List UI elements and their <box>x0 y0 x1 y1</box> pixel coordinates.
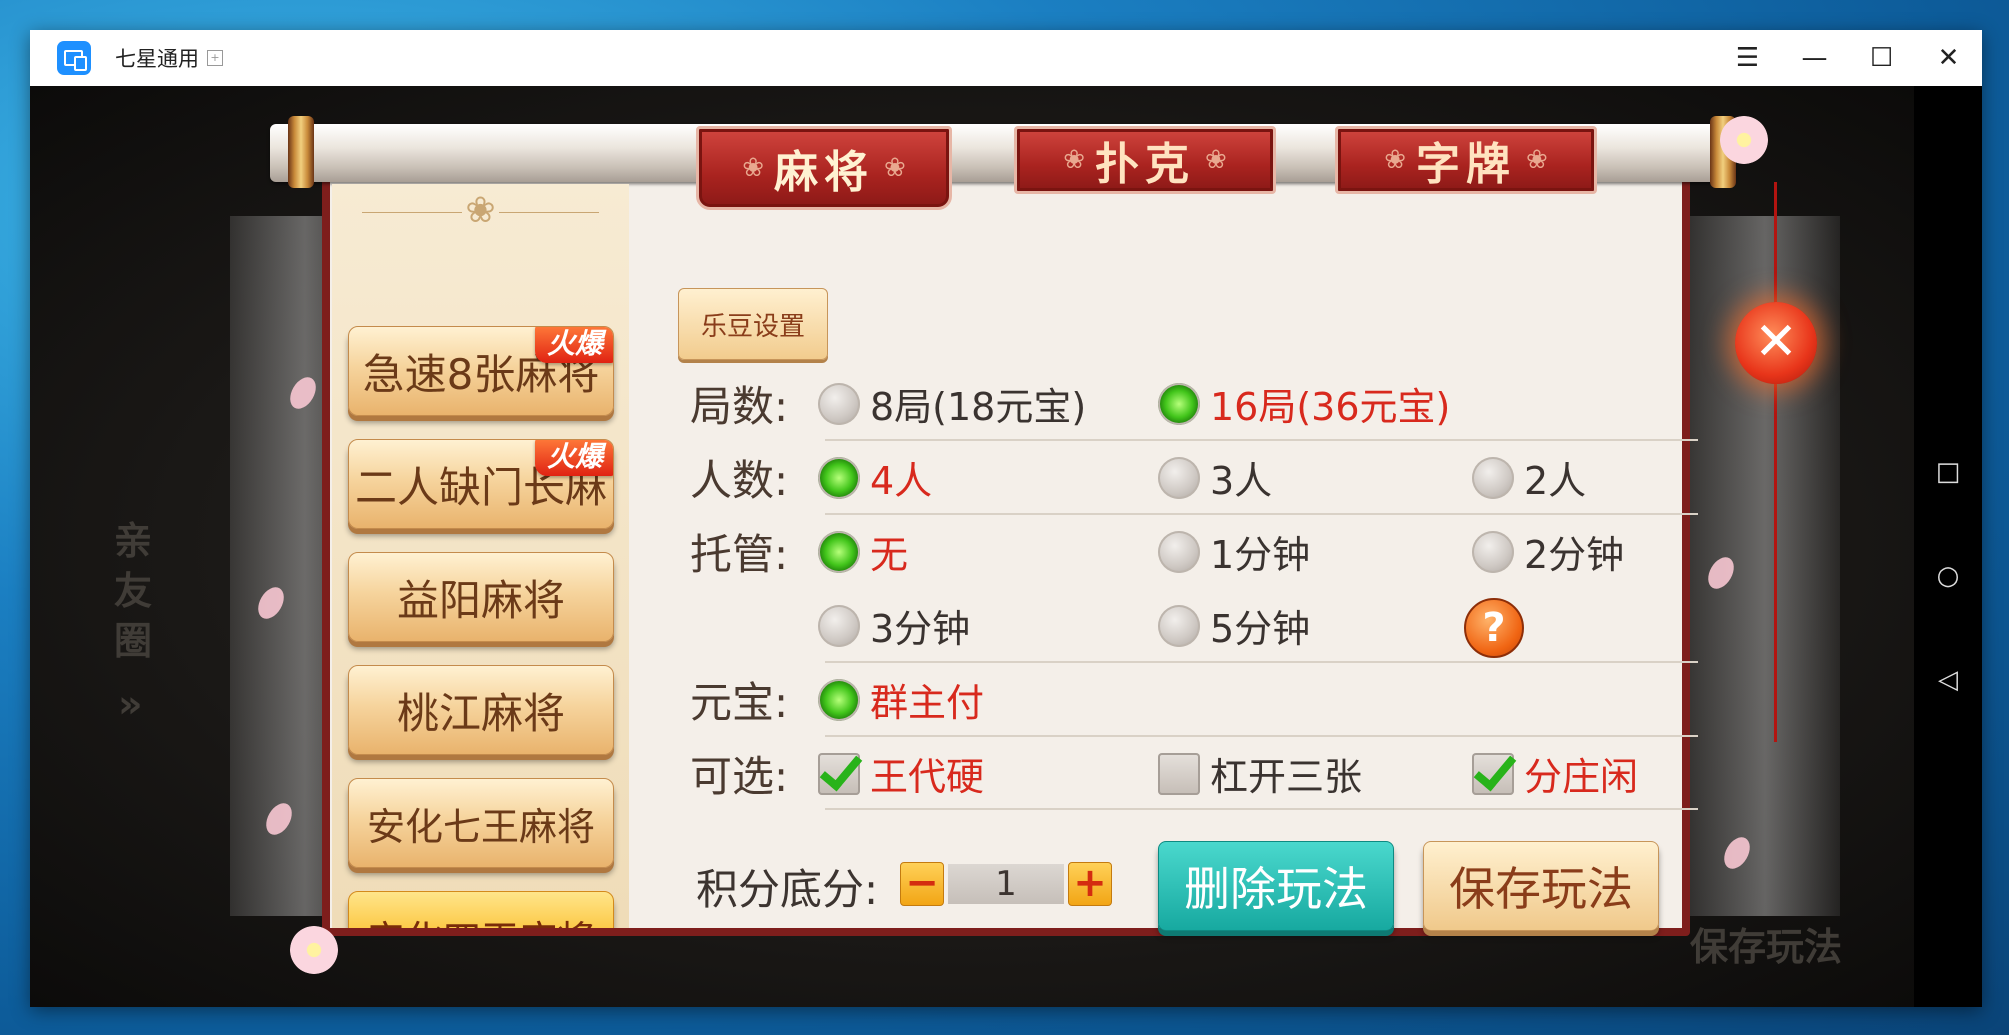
title-bar: 七星通用 + ☰ — ☐ ✕ <box>30 30 1982 86</box>
base-score-label: 积分底分: <box>696 865 879 914</box>
ingot-option-owner-pays[interactable]: 群主付 <box>818 672 984 727</box>
window-controls: ☰ — ☐ ✕ <box>1714 30 1982 86</box>
android-nav-bar: □ ○ ◁ <box>1914 86 1982 1007</box>
flower-icon <box>1720 116 1768 164</box>
divider <box>825 439 1698 441</box>
app-logo-icon <box>57 41 91 75</box>
hot-badge: 火爆 <box>534 327 613 363</box>
game-area: 亲友圈 » 保存玩法 ❀ 麻将 ❀ ❀ 扑克 ❀ ❀ 字牌 ❀ ❀ 急速8张麻将 火爆 二人缺… <box>30 86 1914 1007</box>
radio-on <box>818 530 860 573</box>
radio-off <box>818 604 860 647</box>
players-label: 人数: <box>690 456 789 505</box>
lantern-string <box>1774 182 1777 742</box>
ledou-settings-button[interactable]: 乐豆设置 <box>678 288 828 360</box>
tab-mahjong[interactable]: ❀ 麻将 ❀ <box>696 126 952 210</box>
optional-label: 可选: <box>690 752 789 801</box>
background-side-text: 亲友圈 <box>114 519 153 663</box>
base-score-stepper: − 1 + <box>900 862 1112 906</box>
radio-on <box>818 456 860 499</box>
home-icon[interactable]: ○ <box>1932 560 1964 592</box>
plus-icon[interactable]: + <box>1068 862 1112 906</box>
app-window: 七星通用 + ☰ — ☐ ✕ □ ○ ◁ 亲友圈 » 保存玩法 ❀ 麻将 ❀ ❀ 扑克… <box>30 30 1982 1007</box>
rod-cap-left <box>288 116 314 188</box>
help-icon[interactable]: ? <box>1464 598 1524 658</box>
window-title: 七星通用 <box>115 47 199 71</box>
recent-apps-icon[interactable]: □ <box>1932 456 1964 488</box>
game-item[interactable]: 急速8张麻将 火爆 <box>348 326 614 416</box>
radio-off <box>818 382 860 425</box>
optional-gang-kai-san-zhang[interactable]: 杠开三张 <box>1158 746 1362 801</box>
close-window-icon[interactable]: ✕ <box>1915 30 1982 86</box>
delete-rule-button[interactable]: 删除玩法 <box>1158 841 1394 931</box>
players-option-2[interactable]: 2人 <box>1472 450 1586 505</box>
maximize-icon[interactable]: ☐ <box>1848 30 1915 86</box>
background-save-text: 保存玩法 <box>1690 925 1843 969</box>
menu-icon[interactable]: ☰ <box>1714 30 1781 86</box>
radio-off <box>1472 530 1514 573</box>
radio-off <box>1472 456 1514 499</box>
rounds-label: 局数: <box>690 382 789 431</box>
checkbox-on <box>818 752 860 795</box>
autoplay-option-1min[interactable]: 1分钟 <box>1158 524 1310 579</box>
hot-badge: 火爆 <box>534 440 613 476</box>
checkbox-on <box>1472 752 1514 795</box>
tab-zipai[interactable]: ❀ 字牌 ❀ <box>1335 126 1597 194</box>
radio-off <box>1158 530 1200 573</box>
divider <box>825 661 1698 663</box>
players-option-4[interactable]: 4人 <box>818 450 932 505</box>
pin-icon[interactable]: + <box>207 50 223 66</box>
save-rule-button[interactable]: 保存玩法 <box>1423 841 1659 931</box>
background-chevrons: » <box>118 682 143 726</box>
game-item[interactable]: 二人缺门长麻 火爆 <box>348 439 614 529</box>
flower-icon <box>290 926 338 974</box>
autoplay-label: 托管: <box>690 530 789 579</box>
tab-poker[interactable]: ❀ 扑克 ❀ <box>1014 126 1276 194</box>
game-item-selected[interactable]: 安化四王麻将 <box>348 891 614 928</box>
divider <box>825 808 1698 810</box>
close-icon[interactable]: ✕ <box>1735 302 1817 384</box>
minus-icon[interactable]: − <box>900 862 944 906</box>
radio-off <box>1158 456 1200 499</box>
game-item[interactable]: 安化七王麻将 <box>348 778 614 868</box>
radio-off <box>1158 604 1200 647</box>
optional-wang-dai-ying[interactable]: 王代硬 <box>818 746 984 801</box>
divider <box>825 735 1698 737</box>
radio-on <box>1158 382 1200 425</box>
checkbox-off <box>1158 752 1200 795</box>
rounds-option-16[interactable]: 16局(36元宝) <box>1158 376 1450 431</box>
radio-on <box>818 678 860 721</box>
divider <box>825 513 1698 515</box>
autoplay-option-2min[interactable]: 2分钟 <box>1472 524 1624 579</box>
autoplay-option-none[interactable]: 无 <box>818 524 908 579</box>
game-item[interactable]: 益阳麻将 <box>348 552 614 642</box>
optional-fen-zhuang-xian[interactable]: 分庄闲 <box>1472 746 1638 801</box>
autoplay-option-3min[interactable]: 3分钟 <box>818 598 970 653</box>
rounds-option-8[interactable]: 8局(18元宝) <box>818 376 1086 431</box>
game-list: ❀ 急速8张麻将火爆 二人缺门长麻火爆 益阳麻将 桃江麻将 安化七王麻将 安化四… <box>332 184 629 928</box>
base-score-value: 1 <box>948 864 1064 904</box>
autoplay-option-5min[interactable]: 5分钟 <box>1158 598 1310 653</box>
minimize-icon[interactable]: — <box>1781 30 1848 86</box>
ingot-label: 元宝: <box>690 678 789 727</box>
back-icon[interactable]: ◁ <box>1932 664 1964 696</box>
players-option-3[interactable]: 3人 <box>1158 450 1272 505</box>
game-item[interactable]: 桃江麻将 <box>348 665 614 755</box>
ornament-icon: ❀ <box>332 190 629 231</box>
